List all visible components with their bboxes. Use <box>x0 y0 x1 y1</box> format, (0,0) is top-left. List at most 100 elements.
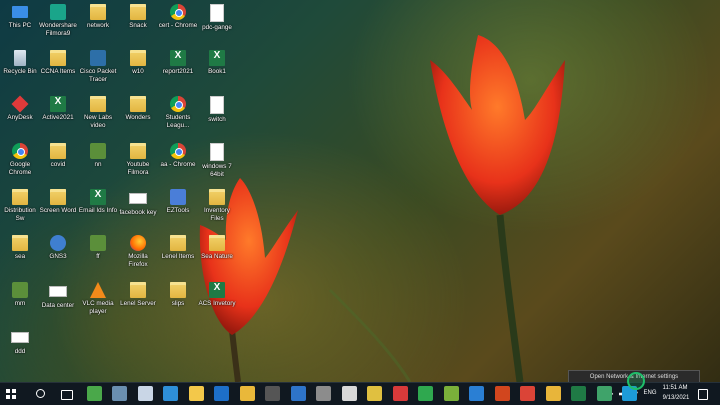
desktop-icon[interactable]: network <box>78 4 118 30</box>
desktop-icon[interactable]: Screen Word <box>38 189 78 215</box>
app-icon[interactable] <box>316 386 331 401</box>
app-icon[interactable] <box>545 386 561 401</box>
desktop-icon-label: slips <box>171 300 185 307</box>
folder-icon <box>170 282 186 298</box>
desktop-icon[interactable]: ff <box>78 235 118 261</box>
desktop-icon[interactable]: covid <box>38 143 78 169</box>
desktop-icon[interactable]: pdc-gange <box>197 4 237 32</box>
tray-time[interactable]: 11:51 AM <box>660 385 690 391</box>
desktop-icon-label: network <box>86 22 110 29</box>
desktop-icon[interactable]: windows 7 64bit <box>197 143 237 178</box>
desktop-icon[interactable]: aa - Chrome <box>158 143 198 169</box>
folder-icon <box>130 4 146 20</box>
desktop-icon[interactable]: facebook key <box>118 189 158 217</box>
anydesk-icon <box>11 95 29 113</box>
desktop-icon[interactable]: Active2021 <box>38 96 78 122</box>
desktop-icon-label: Cisco Packet Tracer <box>79 68 117 83</box>
desktop-icon[interactable]: GNS3 <box>38 235 78 261</box>
card-icon <box>49 286 67 297</box>
desktop-icon[interactable]: New Labs video <box>78 96 118 129</box>
desktop-icon[interactable]: Lenel Server <box>118 282 158 308</box>
cursor-highlight <box>627 372 645 390</box>
desktop-icon-label: AnyDesk <box>7 114 33 121</box>
desktop-icon-label: cert - Chrome <box>158 22 198 29</box>
desktop-icon[interactable]: ACS Invetory <box>197 282 237 308</box>
app-icon[interactable] <box>443 386 459 401</box>
desktop-icon[interactable]: mm <box>0 282 40 308</box>
app-icon[interactable] <box>163 386 178 401</box>
desktop-icon[interactable]: Book1 <box>197 50 237 76</box>
app-icon[interactable] <box>392 386 408 401</box>
desktop-icon[interactable]: Data center <box>38 282 78 310</box>
excel-icon[interactable] <box>571 386 586 401</box>
folder-icon <box>12 235 28 251</box>
desktop-icon[interactable]: sea <box>0 235 40 261</box>
document-icon <box>210 143 224 161</box>
desktop-icon[interactable]: Sea Nature <box>197 235 237 261</box>
app-icon[interactable] <box>290 386 306 401</box>
chrome-icon[interactable] <box>520 386 535 401</box>
folder-icon[interactable] <box>188 386 204 401</box>
desktop-icon[interactable]: Snack <box>118 4 158 30</box>
desktop-icon[interactable]: Recycle Bin <box>0 50 40 76</box>
desktop-icon[interactable]: Email Ids Info <box>78 189 118 215</box>
network-tool-icon <box>90 143 106 159</box>
app-icon[interactable] <box>596 386 612 401</box>
tray-date[interactable]: 9/13/2021 <box>660 395 692 401</box>
app-icon[interactable] <box>341 386 357 401</box>
app-icon[interactable] <box>418 386 433 401</box>
card-icon <box>129 193 147 204</box>
app-icon[interactable] <box>86 386 102 401</box>
desktop-icon[interactable]: ddd <box>0 328 40 356</box>
desktop-icon[interactable]: AnyDesk <box>0 95 40 122</box>
chrome-icon <box>170 96 186 112</box>
desktop-icon[interactable]: Google Chrome <box>0 143 40 176</box>
powerpoint-icon[interactable] <box>494 386 510 401</box>
desktop-icon[interactable]: Lenel Items <box>158 235 198 261</box>
desktop-icon-label: windows 7 64bit <box>202 163 232 178</box>
desktop-icon[interactable]: w10 <box>118 50 158 76</box>
filmora-icon <box>50 4 66 20</box>
desktop-icon[interactable]: Cisco Packet Tracer <box>78 50 118 83</box>
desktop-icon[interactable]: Wonders <box>118 96 158 122</box>
desktop-icon[interactable]: CCNA Items <box>38 50 78 76</box>
windows-icon[interactable] <box>6 389 16 399</box>
desktop-icon[interactable]: switch <box>197 96 237 124</box>
desktop-icon-label: Wondershare Filmora9 <box>39 22 77 37</box>
desktop-icon-label: Data center <box>41 302 75 309</box>
desktop-icon[interactable]: This PC <box>0 4 40 30</box>
app-icon[interactable] <box>367 386 382 401</box>
task-view-icon[interactable] <box>61 390 73 400</box>
desktop-icon-label: Youtube Filmora <box>126 161 150 176</box>
desktop-icon-label: Inventory Files <box>204 207 230 222</box>
app-icon[interactable] <box>112 386 127 401</box>
desktop-icon[interactable]: Students Leagu... <box>158 96 198 129</box>
chrome-icon[interactable] <box>239 386 255 401</box>
desktop-icon[interactable]: EZTools <box>158 189 198 215</box>
desktop-icon[interactable]: Youtube Filmora <box>118 143 158 176</box>
desktop-icon[interactable]: cert - Chrome <box>158 4 198 30</box>
desktop-icon[interactable]: nn <box>78 143 118 169</box>
desktop-icon[interactable]: Mozilla Firefox <box>118 235 158 268</box>
folder-icon <box>130 96 146 112</box>
gns3-icon <box>50 235 66 251</box>
desktop-icon[interactable]: VLC media player <box>78 282 118 315</box>
outlook-icon[interactable] <box>214 386 229 401</box>
desktop-icon-label: aa - Chrome <box>160 161 196 168</box>
desktop-icon-label: Active2021 <box>42 114 74 121</box>
notification-icon[interactable] <box>698 389 708 400</box>
desktop-icon-label: report2021 <box>162 68 194 75</box>
desktop-icon[interactable]: Wondershare Filmora9 <box>38 4 78 37</box>
taskbar: ENG 11:51 AM 9/13/2021 <box>0 382 720 405</box>
firefox-icon <box>130 235 146 251</box>
app-icon[interactable] <box>137 386 153 401</box>
app-icon[interactable] <box>469 386 484 401</box>
desktop-icon[interactable]: Distribution Sw <box>0 189 40 222</box>
app-icon[interactable] <box>265 386 280 401</box>
desktop-icon[interactable]: Inventory Files <box>197 189 237 222</box>
desktop-icon[interactable]: slips <box>158 282 198 308</box>
tray-language[interactable]: ENG <box>642 390 658 396</box>
desktop-icon[interactable]: report2021 <box>158 50 198 76</box>
search-icon[interactable] <box>35 389 45 398</box>
desktop-icon-label: mm <box>14 300 26 307</box>
